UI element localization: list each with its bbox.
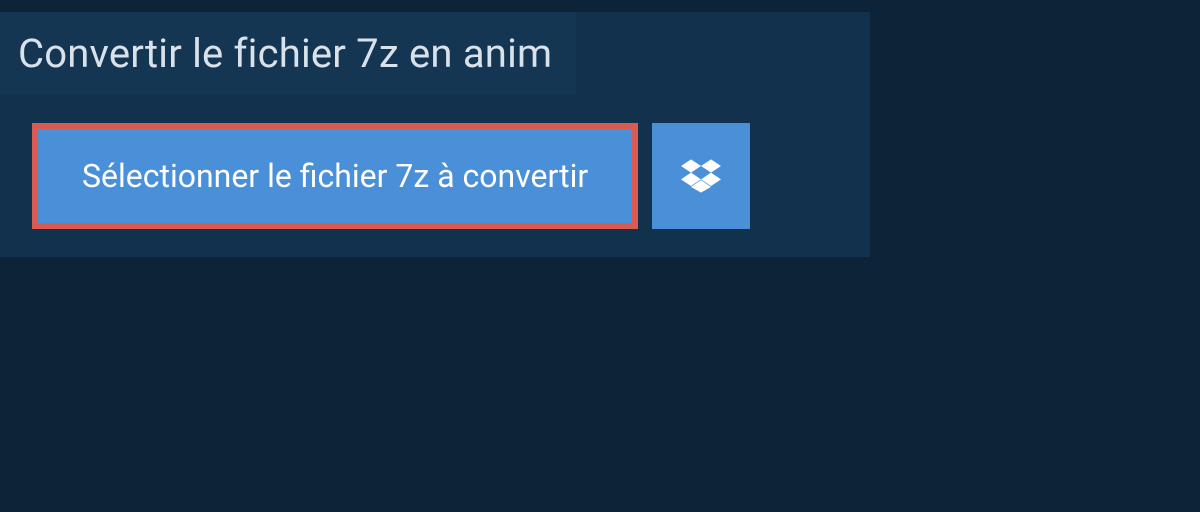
button-row: Sélectionner le fichier 7z à convertir (32, 123, 870, 229)
dropbox-button[interactable] (652, 123, 750, 229)
title-container: Convertir le fichier 7z en anim (0, 12, 576, 95)
page-title: Convertir le fichier 7z en anim (18, 30, 552, 77)
converter-panel: Convertir le fichier 7z en anim Sélectio… (0, 12, 870, 257)
select-file-label: Sélectionner le fichier 7z à convertir (82, 157, 588, 195)
select-file-button[interactable]: Sélectionner le fichier 7z à convertir (32, 123, 638, 229)
dropbox-icon (681, 156, 721, 196)
